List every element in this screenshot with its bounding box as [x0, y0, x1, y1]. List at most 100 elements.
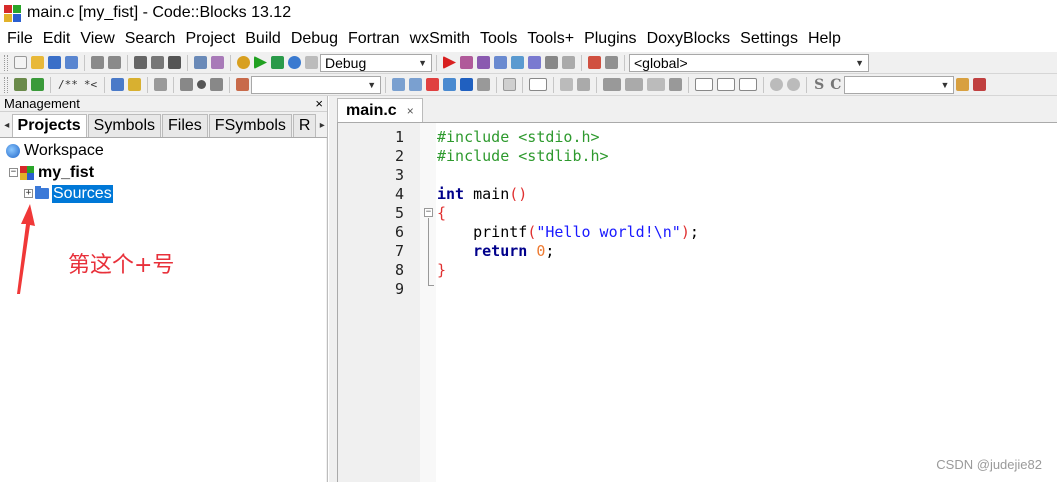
- pause-icon[interactable]: [545, 56, 558, 69]
- copy-icon[interactable]: [151, 56, 164, 69]
- extract-docs-icon[interactable]: [31, 78, 44, 91]
- find-icon[interactable]: [194, 56, 207, 69]
- save-all-icon[interactable]: [65, 56, 78, 69]
- c-button[interactable]: C: [830, 77, 841, 93]
- tab-fsymbols[interactable]: FSymbols: [208, 114, 292, 137]
- step-out-icon[interactable]: [511, 56, 524, 69]
- frame-tool-3-icon[interactable]: [739, 78, 758, 91]
- various-info-icon[interactable]: [605, 56, 618, 69]
- code-line[interactable]: 8 }: [338, 260, 446, 279]
- arrow-right-icon[interactable]: [409, 78, 423, 91]
- regex-icon[interactable]: [477, 78, 491, 91]
- config-icon[interactable]: [154, 78, 168, 91]
- zoom-out-icon[interactable]: [787, 78, 801, 91]
- menu-project[interactable]: Project: [180, 28, 240, 50]
- search-combo[interactable]: ▼: [251, 75, 382, 94]
- code-line[interactable]: 9: [338, 279, 404, 298]
- undo-icon[interactable]: [91, 56, 104, 69]
- editor-tab-main-c[interactable]: main.c ×: [337, 98, 423, 122]
- build-gear-icon[interactable]: [237, 56, 250, 69]
- comment-block-button[interactable]: /**: [58, 78, 78, 91]
- zoom-in-icon[interactable]: [770, 78, 784, 91]
- run-icon[interactable]: [254, 56, 267, 69]
- next-line-icon[interactable]: [477, 56, 490, 69]
- tab-resources[interactable]: R: [292, 114, 317, 137]
- jump-forward-icon[interactable]: [210, 78, 224, 91]
- debug-windows-icon[interactable]: [588, 56, 601, 69]
- wrench-icon[interactable]: [973, 78, 987, 91]
- image-tool-icon[interactable]: [560, 78, 574, 91]
- layout-tool-icon[interactable]: [603, 78, 622, 91]
- menu-plugins[interactable]: Plugins: [579, 28, 641, 50]
- save-icon[interactable]: [48, 56, 61, 69]
- run-html-icon[interactable]: [111, 78, 125, 91]
- frame-tool-icon[interactable]: [695, 78, 714, 91]
- menu-file[interactable]: File: [2, 28, 38, 50]
- toolbar-grip[interactable]: [4, 54, 8, 71]
- s-button[interactable]: S: [814, 77, 824, 93]
- rebuild-icon[interactable]: [288, 56, 301, 69]
- step-into-icon[interactable]: [494, 56, 507, 69]
- fold-toggle-icon[interactable]: −: [424, 208, 433, 217]
- code-line[interactable]: 6 printf("Hello world!\n");: [338, 222, 699, 241]
- doxywizard-icon[interactable]: [14, 78, 27, 91]
- build-and-run-icon[interactable]: [271, 56, 284, 69]
- comment-line-button[interactable]: *<: [84, 78, 97, 91]
- block-tool-icon[interactable]: [669, 78, 683, 91]
- stop-debug-icon[interactable]: [562, 56, 575, 69]
- tab-symbols[interactable]: Symbols: [87, 114, 162, 137]
- menu-build[interactable]: Build: [240, 28, 286, 50]
- menu-debug[interactable]: Debug: [286, 28, 343, 50]
- rect-tool-icon[interactable]: [529, 78, 548, 91]
- close-icon[interactable]: ×: [315, 96, 323, 111]
- menu-fortran[interactable]: Fortran: [343, 28, 405, 50]
- menu-tools-plus[interactable]: Tools+: [522, 28, 579, 50]
- toolbar-grip[interactable]: [4, 76, 8, 93]
- select-cursor-icon[interactable]: [503, 78, 517, 91]
- bookmark-dot-icon[interactable]: [197, 80, 207, 89]
- menu-view[interactable]: View: [75, 28, 119, 50]
- highlight-icon[interactable]: [426, 78, 440, 91]
- code-line[interactable]: 4 int main(): [338, 184, 527, 203]
- tree-item-project[interactable]: − my_fist: [9, 162, 94, 183]
- menu-search[interactable]: Search: [120, 28, 181, 50]
- frame-tool-2-icon[interactable]: [717, 78, 736, 91]
- search-magnifier-icon[interactable]: [956, 78, 970, 91]
- menu-tools[interactable]: Tools: [475, 28, 522, 50]
- code-editor[interactable]: 1 #include <stdio.h> 2 #include <stdlib.…: [337, 122, 1057, 482]
- build-target-select[interactable]: Debug ▼: [320, 53, 432, 72]
- menu-settings[interactable]: Settings: [735, 28, 803, 50]
- close-icon[interactable]: ×: [407, 104, 414, 118]
- expand-plus-icon[interactable]: +: [24, 189, 33, 198]
- debug-continue-icon[interactable]: [443, 56, 456, 69]
- replace-text-icon[interactable]: [443, 78, 457, 91]
- scope-select[interactable]: <global> ▼: [629, 53, 869, 72]
- tab-files[interactable]: Files: [162, 114, 208, 137]
- chevron-right-icon[interactable]: ▸: [317, 114, 327, 137]
- menu-doxyblocks[interactable]: DoxyBlocks: [642, 28, 736, 50]
- replace-icon[interactable]: [211, 56, 224, 69]
- menu-help[interactable]: Help: [803, 28, 846, 50]
- menu-wxsmith[interactable]: wxSmith: [405, 28, 475, 50]
- table-tool-icon[interactable]: [647, 78, 666, 91]
- code-line[interactable]: 7 return 0;: [338, 241, 554, 260]
- tree-item-sources[interactable]: + Sources: [24, 183, 113, 204]
- code-line[interactable]: 5 {: [338, 203, 446, 222]
- run-chm-icon[interactable]: [128, 78, 142, 91]
- next-instruction-icon[interactable]: [528, 56, 541, 69]
- tab-projects[interactable]: Projects: [11, 114, 87, 137]
- redo-icon[interactable]: [108, 56, 121, 69]
- cut-icon[interactable]: [134, 56, 147, 69]
- paste-icon[interactable]: [168, 56, 181, 69]
- find-symbol-icon[interactable]: [236, 78, 250, 91]
- panel-tool-icon[interactable]: [577, 78, 591, 91]
- run-to-cursor-icon[interactable]: [460, 56, 473, 69]
- code-line[interactable]: 1 #include <stdio.h>: [338, 127, 600, 146]
- grid-tool-icon[interactable]: [625, 78, 644, 91]
- menu-edit[interactable]: Edit: [38, 28, 76, 50]
- code-line[interactable]: 2 #include <stdlib.h>: [338, 146, 609, 165]
- jump-back-icon[interactable]: [180, 78, 194, 91]
- tree-item-workspace[interactable]: Workspace: [6, 140, 104, 161]
- font-icon[interactable]: [460, 78, 474, 91]
- collapse-icon[interactable]: −: [9, 168, 18, 177]
